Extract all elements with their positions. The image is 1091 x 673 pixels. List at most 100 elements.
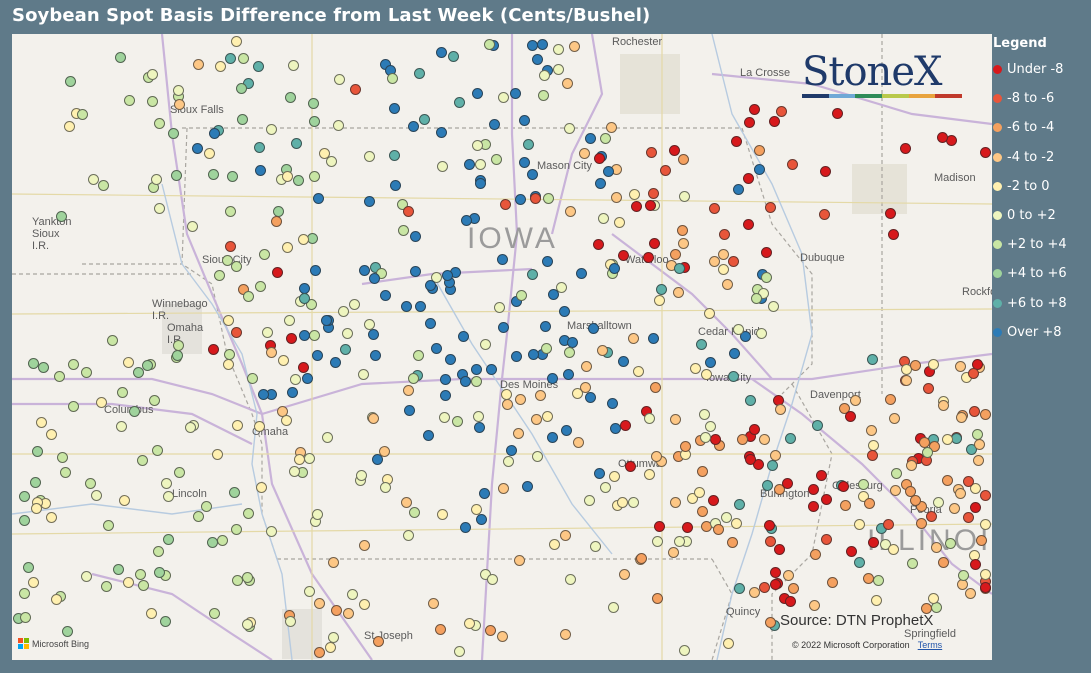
elevator-marker[interactable] <box>184 422 196 434</box>
elevator-marker[interactable] <box>549 538 560 550</box>
elevator-marker[interactable] <box>363 195 375 207</box>
elevator-marker[interactable] <box>910 359 922 371</box>
elevator-marker[interactable] <box>489 118 501 130</box>
elevator-marker[interactable] <box>217 534 228 546</box>
elevator-marker[interactable] <box>632 366 644 378</box>
elevator-marker[interactable] <box>500 388 512 400</box>
elevator-marker[interactable] <box>569 40 581 52</box>
elevator-marker[interactable] <box>168 127 180 139</box>
elevator-marker[interactable] <box>386 73 398 85</box>
elevator-marker[interactable] <box>617 250 629 262</box>
elevator-marker[interactable] <box>930 541 942 553</box>
elevator-marker[interactable] <box>173 467 185 478</box>
terms-link[interactable]: Terms <box>918 640 943 650</box>
elevator-marker[interactable] <box>609 471 620 482</box>
elevator-marker[interactable] <box>424 318 436 329</box>
elevator-marker[interactable] <box>380 289 392 301</box>
elevator-marker[interactable] <box>942 474 954 486</box>
elevator-marker[interactable] <box>270 215 282 227</box>
elevator-marker[interactable] <box>572 436 584 448</box>
elevator-marker[interactable] <box>27 358 39 369</box>
elevator-marker[interactable] <box>946 134 958 146</box>
elevator-marker[interactable] <box>410 265 422 277</box>
elevator-marker[interactable] <box>222 314 234 326</box>
elevator-marker[interactable] <box>497 91 509 103</box>
elevator-marker[interactable] <box>526 168 538 180</box>
elevator-marker[interactable] <box>597 212 609 224</box>
elevator-marker[interactable] <box>30 502 42 514</box>
elevator-marker[interactable] <box>342 327 354 339</box>
elevator-marker[interactable] <box>717 263 729 275</box>
elevator-marker[interactable] <box>444 354 456 366</box>
elevator-marker[interactable] <box>673 263 685 275</box>
elevator-marker[interactable] <box>438 412 450 423</box>
elevator-marker[interactable] <box>815 469 827 481</box>
elevator-marker[interactable] <box>510 351 522 363</box>
elevator-marker[interactable] <box>669 413 681 425</box>
elevator-marker[interactable] <box>728 255 740 267</box>
elevator-marker[interactable] <box>558 305 570 317</box>
elevator-marker[interactable] <box>807 501 819 513</box>
elevator-marker[interactable] <box>732 183 744 195</box>
elevator-marker[interactable] <box>454 645 466 657</box>
elevator-marker[interactable] <box>441 269 453 281</box>
elevator-marker[interactable] <box>965 587 977 599</box>
elevator-marker[interactable] <box>538 89 550 101</box>
elevator-marker[interactable] <box>758 582 770 594</box>
legend-item[interactable]: -8 to -6 <box>993 84 1089 113</box>
elevator-marker[interactable] <box>870 594 882 606</box>
elevator-marker[interactable] <box>900 375 912 387</box>
elevator-marker[interactable] <box>759 433 770 445</box>
elevator-marker[interactable] <box>723 637 735 649</box>
elevator-marker[interactable] <box>566 336 578 348</box>
legend-item[interactable]: 0 to +2 <box>993 201 1089 230</box>
elevator-marker[interactable] <box>173 98 185 110</box>
elevator-marker[interactable] <box>253 420 265 432</box>
elevator-marker[interactable] <box>81 366 93 378</box>
elevator-marker[interactable] <box>928 358 940 370</box>
elevator-marker[interactable] <box>487 573 499 585</box>
elevator-marker[interactable] <box>327 631 339 643</box>
elevator-marker[interactable] <box>954 487 966 499</box>
elevator-marker[interactable] <box>755 327 767 339</box>
elevator-marker[interactable] <box>409 230 421 242</box>
elevator-marker[interactable] <box>969 501 981 513</box>
elevator-marker[interactable] <box>337 305 349 317</box>
elevator-marker[interactable] <box>494 301 505 313</box>
elevator-marker[interactable] <box>303 586 315 598</box>
legend-item[interactable]: Under -8 <box>993 55 1089 84</box>
elevator-marker[interactable] <box>271 266 283 278</box>
elevator-marker[interactable] <box>552 43 564 55</box>
elevator-marker[interactable] <box>380 481 391 493</box>
elevator-marker[interactable] <box>266 123 278 135</box>
elevator-marker[interactable] <box>372 636 384 648</box>
elevator-marker[interactable] <box>59 467 71 479</box>
elevator-marker[interactable] <box>976 534 988 546</box>
elevator-marker[interactable] <box>733 498 745 510</box>
elevator-marker[interactable] <box>228 486 240 498</box>
elevator-marker[interactable] <box>818 208 830 220</box>
elevator-marker[interactable] <box>499 198 511 210</box>
elevator-marker[interactable] <box>192 142 204 154</box>
elevator-marker[interactable] <box>761 479 773 491</box>
elevator-marker[interactable] <box>231 420 243 432</box>
elevator-marker[interactable] <box>422 430 434 441</box>
elevator-marker[interactable] <box>409 507 420 518</box>
elevator-marker[interactable] <box>736 434 748 446</box>
elevator-marker[interactable] <box>863 497 875 509</box>
elevator-marker[interactable] <box>708 202 720 214</box>
elevator-marker[interactable] <box>483 39 495 50</box>
elevator-marker[interactable] <box>342 608 354 620</box>
elevator-marker[interactable] <box>329 356 341 368</box>
elevator-marker[interactable] <box>206 536 218 548</box>
elevator-marker[interactable] <box>583 494 595 506</box>
elevator-marker[interactable] <box>542 192 554 204</box>
elevator-marker[interactable] <box>541 255 553 267</box>
legend-item[interactable]: +6 to +8 <box>993 289 1089 318</box>
elevator-marker[interactable] <box>56 210 68 222</box>
elevator-marker[interactable] <box>463 158 475 170</box>
elevator-marker[interactable] <box>186 220 198 232</box>
elevator-marker[interactable] <box>358 539 370 551</box>
elevator-marker[interactable] <box>728 370 740 382</box>
elevator-marker[interactable] <box>192 58 204 70</box>
